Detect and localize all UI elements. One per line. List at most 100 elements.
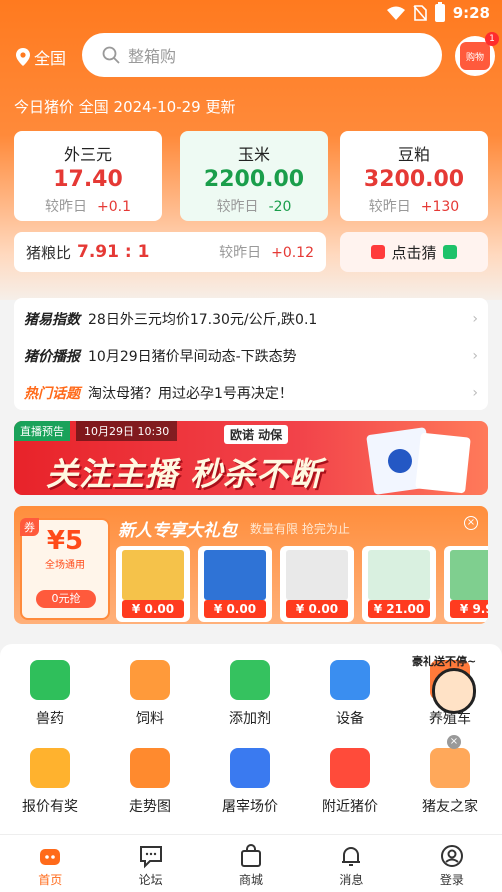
product-image xyxy=(368,550,430,600)
nav-label: 消息 xyxy=(339,873,364,887)
promo-product[interactable]: ¥ 0.00 xyxy=(280,546,354,622)
wave-icon xyxy=(442,245,457,259)
category-quote-reward[interactable]: 报价有奖 xyxy=(0,748,100,816)
cart-icon: 购物 xyxy=(460,42,490,70)
news-text: 28日外三元均价17.30元/公斤,跌0.1 xyxy=(88,311,318,328)
news-item[interactable]: 猪价播报 10月29日猪价早间动态-下跌态势 › xyxy=(14,339,488,372)
news-item[interactable]: 猪易指数 28日外三元均价17.30元/公斤,跌0.1 › xyxy=(14,302,488,335)
status-bar: 9:28 xyxy=(0,0,502,28)
trend-chart-icon xyxy=(130,748,170,788)
price-name: 外三元 xyxy=(63,145,112,164)
nav-mall[interactable]: 商城 xyxy=(201,835,301,892)
price-header: 今日猪价 全国 2024-10-29 更新 xyxy=(14,98,236,116)
live-time: 10月29日 10:30 xyxy=(76,421,178,441)
location-selector[interactable]: 全国 xyxy=(16,45,66,69)
nav-messages[interactable]: 消息 xyxy=(301,835,401,892)
nav-forum[interactable]: 论坛 xyxy=(100,835,200,892)
product-image xyxy=(286,550,348,600)
forum-icon xyxy=(139,846,162,869)
category-trend-chart[interactable]: 走势图 xyxy=(100,748,200,816)
category-veterinary-drugs[interactable]: 兽药 xyxy=(0,660,100,728)
category-label: 报价有奖 xyxy=(22,799,78,815)
cart-badge: 1 xyxy=(485,32,499,46)
price-card-soybean-meal[interactable]: 豆粕 3200.00 较昨日 +130 xyxy=(340,131,488,221)
category-nearby-price[interactable]: 附近猪价 xyxy=(300,748,400,816)
live-banner[interactable]: 直播预告 10月29日 10:30 欧诺 动保 关注主播 秒杀不断 xyxy=(14,421,488,495)
wifi-icon xyxy=(386,6,405,20)
syringe-icon xyxy=(330,660,370,700)
nav-label: 论坛 xyxy=(138,873,163,887)
product-price: ¥ 0.00 xyxy=(286,600,348,618)
brand-logo: 欧诺 动保 xyxy=(224,425,289,444)
price-value: 17.40 xyxy=(53,167,123,192)
medicine-bottle-icon xyxy=(30,660,70,700)
category-label: 添加剂 xyxy=(229,711,271,727)
category-label: 饲料 xyxy=(136,711,164,727)
pig-grain-ratio[interactable]: 猪粮比 7.91 : 1 较昨日 +0.12 xyxy=(14,232,326,272)
price-change: +0.1 xyxy=(97,199,131,215)
coupon-get-button[interactable]: 0元抢 xyxy=(36,590,96,608)
news-item[interactable]: 热门话题 淘汰母猪？用过必孕1号再决定！ › xyxy=(14,376,488,409)
category-feed[interactable]: 饲料 xyxy=(100,660,200,728)
cart-button[interactable]: 购物 1 xyxy=(455,32,499,76)
chevron-right-icon: › xyxy=(472,347,478,364)
coupon[interactable]: 券 ¥5 全场通用 0元抢 xyxy=(20,518,110,620)
nav-label: 商城 xyxy=(239,873,264,887)
category-additives[interactable]: 添加剂 xyxy=(200,660,300,728)
price-card-waisanyuan[interactable]: 外三元 17.40 较昨日 +0.1 xyxy=(14,131,162,221)
nav-label: 首页 xyxy=(38,873,63,887)
price-change: +130 xyxy=(420,199,460,215)
close-icon[interactable]: × xyxy=(464,516,478,530)
promo-subtitle: 数量有限 抢完为止 xyxy=(250,522,350,536)
product-image xyxy=(122,550,184,600)
bar-stats-icon xyxy=(230,748,270,788)
nav-login[interactable]: 登录 xyxy=(402,835,502,892)
price-name: 豆粕 xyxy=(397,145,430,164)
no-sim-icon xyxy=(413,5,427,21)
price-card-corn[interactable]: 玉米 2200.00 较昨日 -20 xyxy=(180,131,328,221)
promo-product[interactable]: ¥ 9.90 xyxy=(444,546,488,622)
close-icon[interactable]: × xyxy=(447,735,461,749)
banner-title: 关注主播 秒杀不断 xyxy=(46,455,323,493)
search-icon xyxy=(102,46,120,64)
trend-up-icon xyxy=(371,245,386,259)
search-placeholder: 整箱购 xyxy=(128,47,177,66)
category-slaughterhouse-price[interactable]: 屠宰场价 xyxy=(200,748,300,816)
nav-home[interactable]: 首页 xyxy=(0,835,100,892)
gift-floating-ad[interactable]: 豪礼送不停~ xyxy=(412,650,498,726)
location-pin-icon xyxy=(16,48,30,66)
category-label: 猪友之家 xyxy=(422,799,478,815)
compare-label: 较昨日 xyxy=(368,199,411,215)
compare-label: 较昨日 xyxy=(216,199,259,215)
live-tag: 直播预告 xyxy=(14,421,70,441)
product-image xyxy=(450,550,488,600)
promo-product[interactable]: ¥ 21.00 xyxy=(362,546,436,622)
news-tag: 热门话题 xyxy=(24,385,80,402)
news-tag: 猪价播报 xyxy=(24,348,80,365)
battery-icon xyxy=(434,2,445,22)
news-list: 猪易指数 28日外三元均价17.30元/公斤,跌0.1 › 猪价播报 10月29… xyxy=(14,298,488,410)
guess-button[interactable]: 点击猜 xyxy=(340,232,488,272)
compare-label: 较昨日 xyxy=(219,245,262,261)
search-input[interactable]: 整箱购 xyxy=(82,33,442,77)
ratio-label: 猪粮比 xyxy=(26,243,72,262)
nav-label: 登录 xyxy=(439,873,464,887)
bottom-nav: 首页 论坛 商城 消息 登录 xyxy=(0,834,502,892)
category-pig-friends[interactable]: 猪友之家 xyxy=(400,748,500,816)
product-price: ¥ 0.00 xyxy=(204,600,266,618)
location-label: 全国 xyxy=(34,49,67,68)
product-price: ¥ 0.00 xyxy=(122,600,184,618)
compare-label: 较昨日 xyxy=(45,199,87,215)
category-equipment[interactable]: 设备 xyxy=(300,660,400,728)
feed-bag-icon xyxy=(130,660,170,700)
newcomer-promo: 券 ¥5 全场通用 0元抢 新人专享大礼包 数量有限 抢完为止 × ¥ 0.00… xyxy=(14,506,488,624)
guess-label: 点击猜 xyxy=(391,243,437,262)
promo-product[interactable]: ¥ 0.00 xyxy=(198,546,272,622)
ratio-value: 7.91 : 1 xyxy=(77,242,150,262)
promo-product[interactable]: ¥ 0.00 xyxy=(116,546,190,622)
category-label: 兽药 xyxy=(36,711,64,727)
coupon-note: 全场通用 xyxy=(45,560,85,571)
chevron-right-icon: › xyxy=(472,310,478,327)
price-value: 3200.00 xyxy=(363,167,465,192)
yen-icon xyxy=(30,748,70,788)
